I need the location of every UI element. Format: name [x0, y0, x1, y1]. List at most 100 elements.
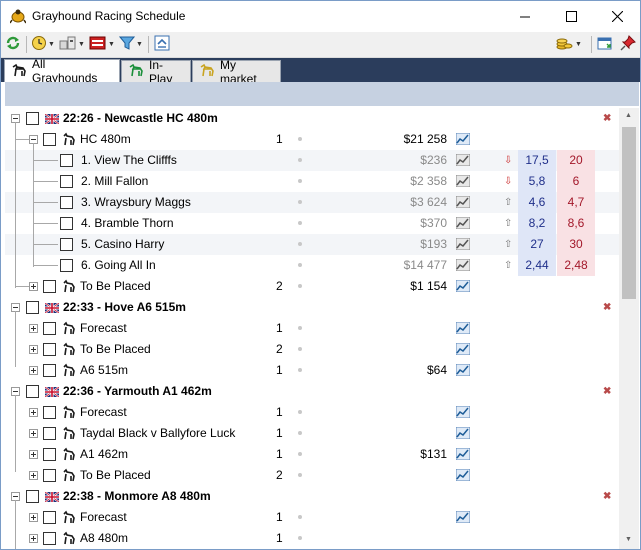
market-row[interactable]: HC 480m 1 $21 258 — [5, 129, 619, 150]
select-checkbox[interactable] — [43, 364, 56, 377]
select-checkbox[interactable] — [43, 532, 56, 545]
select-checkbox[interactable] — [60, 196, 73, 209]
remove-event-button[interactable]: ✖ — [603, 381, 611, 402]
select-checkbox[interactable] — [43, 448, 56, 461]
schedule-time-dropdown[interactable]: ▼ — [31, 35, 55, 54]
vertical-scrollbar[interactable]: ▲ ▼ — [619, 108, 639, 549]
select-checkbox[interactable] — [43, 427, 56, 440]
remove-event-button[interactable]: ✖ — [603, 486, 611, 507]
remove-event-button[interactable]: ✖ — [603, 297, 611, 318]
expand-toggle[interactable] — [29, 324, 38, 333]
chart-icon[interactable] — [455, 213, 471, 234]
scroll-up-arrow-icon[interactable]: ▲ — [625, 112, 632, 119]
maximize-button[interactable] — [548, 1, 594, 31]
sync-button[interactable] — [154, 35, 170, 54]
back-price[interactable]: 5,8 — [518, 171, 556, 192]
chart-icon[interactable] — [455, 465, 471, 486]
market-row[interactable]: A8 480m 1 — [5, 528, 619, 549]
runner-row[interactable]: 2. Mill Fallon $2 358 ⇩ 5,8 6 — [5, 171, 619, 192]
back-price[interactable]: 8,2 — [518, 213, 556, 234]
expand-toggle[interactable] — [29, 513, 38, 522]
back-price[interactable]: 4,6 — [518, 192, 556, 213]
sport-filter-dropdown[interactable]: ▼ — [59, 35, 85, 54]
expand-toggle[interactable] — [29, 408, 38, 417]
runner-row[interactable]: 1. View The Clifffs $236 ⇩ 17,5 20 — [5, 150, 619, 171]
expand-toggle[interactable] — [29, 429, 38, 438]
chart-icon[interactable] — [455, 255, 471, 276]
pin-button[interactable] — [620, 35, 636, 54]
market-row[interactable]: A1 462m 1 $131 — [5, 444, 619, 465]
close-button[interactable] — [594, 1, 640, 31]
runner-row[interactable]: 3. Wraysbury Maggs $3 624 ⇧ 4,6 4,7 — [5, 192, 619, 213]
chart-icon[interactable] — [455, 171, 471, 192]
lay-price[interactable]: 4,7 — [557, 192, 595, 213]
runner-row[interactable]: 4. Bramble Thorn $370 ⇧ 8,2 8,6 — [5, 213, 619, 234]
market-row[interactable]: A6 515m 1 $64 — [5, 360, 619, 381]
expand-toggle[interactable] — [29, 345, 38, 354]
select-checkbox[interactable] — [60, 259, 73, 272]
event-row[interactable]: 22:38 - Monmore A8 480m ✖ — [5, 486, 619, 507]
scrollbar-thumb[interactable] — [622, 127, 636, 299]
select-checkbox[interactable] — [60, 175, 73, 188]
event-row[interactable]: 22:26 - Newcastle HC 480m ✖ — [5, 108, 619, 129]
select-checkbox[interactable] — [26, 490, 39, 503]
expand-toggle[interactable] — [29, 534, 38, 543]
market-row[interactable]: Forecast 1 — [5, 318, 619, 339]
market-row[interactable]: To Be Placed 2 $1 154 — [5, 276, 619, 297]
select-checkbox[interactable] — [43, 322, 56, 335]
lay-price[interactable]: 8,6 — [557, 213, 595, 234]
remove-event-button[interactable]: ✖ — [603, 108, 611, 129]
minimize-button[interactable] — [502, 1, 548, 31]
expand-toggle[interactable] — [29, 450, 38, 459]
chart-icon[interactable] — [455, 318, 471, 339]
expand-toggle[interactable] — [29, 366, 38, 375]
market-row[interactable]: To Be Placed 2 — [5, 465, 619, 486]
select-checkbox[interactable] — [26, 112, 39, 125]
runner-row[interactable]: 5. Casino Harry $193 ⇧ 27 30 — [5, 234, 619, 255]
select-checkbox[interactable] — [26, 385, 39, 398]
select-checkbox[interactable] — [43, 343, 56, 356]
runner-row[interactable]: 6. Going All In $14 477 ⇧ 2,44 2,48 — [5, 255, 619, 276]
country-filter-dropdown[interactable]: ▼ — [89, 35, 115, 54]
market-row[interactable]: To Be Placed 2 — [5, 339, 619, 360]
expand-toggle[interactable] — [29, 282, 38, 291]
tab-my-market[interactable]: My market — [192, 58, 281, 86]
select-checkbox[interactable] — [43, 469, 56, 482]
lay-price[interactable]: 30 — [557, 234, 595, 255]
select-checkbox[interactable] — [60, 217, 73, 230]
back-price[interactable]: 2,44 — [518, 255, 556, 276]
filter-dropdown[interactable]: ▼ — [118, 35, 143, 54]
chart-icon[interactable] — [455, 150, 471, 171]
market-tree[interactable]: 22:26 - Newcastle HC 480m ✖ HC 480m 1 $2… — [5, 108, 619, 549]
chart-icon[interactable] — [455, 276, 471, 297]
chart-icon[interactable] — [455, 423, 471, 444]
expand-toggle[interactable] — [29, 471, 38, 480]
market-row[interactable]: Forecast 1 — [5, 507, 619, 528]
select-checkbox[interactable] — [26, 301, 39, 314]
select-checkbox[interactable] — [43, 406, 56, 419]
chart-icon[interactable] — [455, 129, 471, 150]
chart-icon[interactable] — [455, 192, 471, 213]
back-price[interactable]: 27 — [518, 234, 556, 255]
select-checkbox[interactable] — [43, 280, 56, 293]
event-row[interactable]: 22:36 - Yarmouth A1 462m ✖ — [5, 381, 619, 402]
chart-icon[interactable] — [455, 507, 471, 528]
chart-icon[interactable] — [455, 234, 471, 255]
lay-price[interactable]: 2,48 — [557, 255, 595, 276]
chart-icon[interactable] — [455, 402, 471, 423]
chart-icon[interactable] — [455, 444, 471, 465]
select-checkbox[interactable] — [43, 133, 56, 146]
refresh-button[interactable] — [5, 35, 21, 54]
tab-all-grayhounds[interactable]: All Grayhounds — [4, 57, 120, 85]
lay-price[interactable]: 6 — [557, 171, 595, 192]
new-window-button[interactable] — [597, 35, 613, 54]
back-price[interactable]: 17,5 — [518, 150, 556, 171]
scroll-down-arrow-icon[interactable]: ▼ — [625, 536, 632, 543]
chart-icon[interactable] — [455, 339, 471, 360]
market-row[interactable]: Forecast 1 — [5, 402, 619, 423]
coins-button[interactable]: ▼ — [556, 35, 582, 54]
tab-in-play[interactable]: In-Play — [121, 58, 191, 86]
select-checkbox[interactable] — [60, 154, 73, 167]
lay-price[interactable]: 20 — [557, 150, 595, 171]
event-row[interactable]: 22:33 - Hove A6 515m ✖ — [5, 297, 619, 318]
